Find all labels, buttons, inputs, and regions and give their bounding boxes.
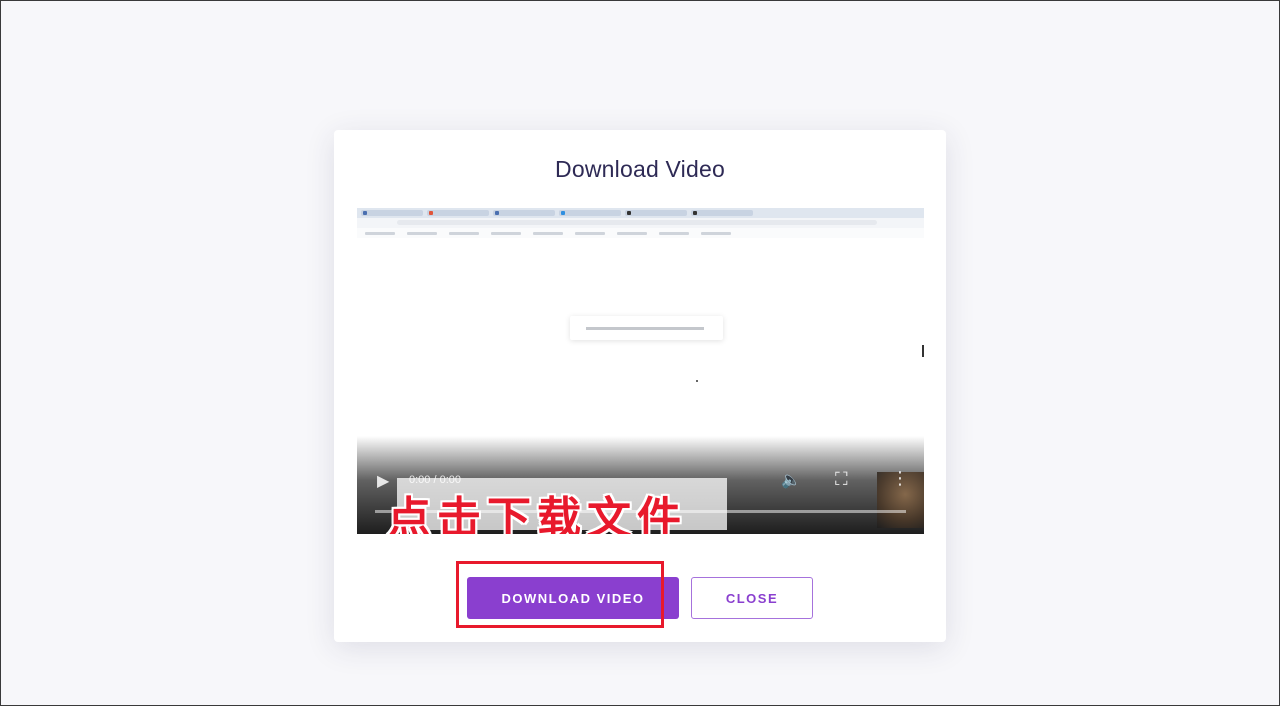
preview-bookmarks-bar	[357, 228, 924, 238]
volume-icon[interactable]: 🔈	[781, 470, 801, 490]
more-vertical-icon[interactable]: ⋮	[891, 468, 909, 489]
preview-bookmark	[407, 231, 437, 235]
preview-bookmark	[701, 231, 731, 235]
preview-tab	[493, 210, 555, 216]
preview-tab	[691, 210, 753, 216]
preview-bookmark	[365, 231, 395, 235]
preview-bookmark	[533, 231, 563, 235]
fullscreen-icon[interactable]: ⛶	[835, 469, 848, 490]
annotation-highlight-box	[456, 561, 664, 628]
annotation-label: 点击下载文件	[387, 493, 687, 534]
preview-toast-text	[586, 327, 704, 330]
preview-browser-tabs	[357, 208, 924, 218]
preview-address-bar	[357, 218, 924, 228]
mouse-pointer	[696, 380, 698, 382]
preview-url-box	[397, 220, 877, 225]
video-preview[interactable]: ▶ 0:00 / 0:00 🔈 ⛶ ⋮ 点击下载文件	[357, 208, 924, 534]
preview-toast	[570, 316, 723, 340]
video-controls: ▶ 0:00 / 0:00 🔈 ⛶ ⋮ 点击下载文件	[357, 436, 924, 534]
dialog-title: Download Video	[555, 156, 725, 182]
preview-tab	[361, 210, 423, 216]
preview-bookmark	[491, 231, 521, 235]
preview-tab	[559, 210, 621, 216]
preview-bookmark	[659, 231, 689, 235]
preview-tab	[625, 210, 687, 216]
text-cursor	[922, 345, 924, 357]
preview-bookmark	[575, 231, 605, 235]
close-button[interactable]: CLOSE	[691, 577, 813, 619]
preview-bookmark	[617, 231, 647, 235]
preview-bookmark	[449, 231, 479, 235]
preview-tab	[427, 210, 489, 216]
